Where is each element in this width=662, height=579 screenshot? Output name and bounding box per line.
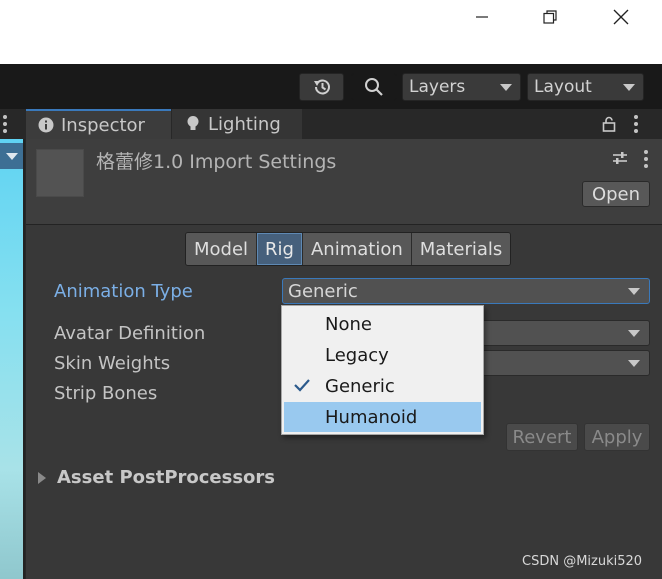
lock-icon[interactable] [602, 116, 616, 132]
revert-button[interactable]: Revert [506, 423, 578, 451]
apply-button[interactable]: Apply [584, 423, 650, 451]
skin-weights-label: Skin Weights [54, 353, 171, 374]
scene-view-strip [0, 109, 25, 579]
scene-view[interactable] [0, 139, 23, 579]
tab-rig[interactable]: Rig [257, 233, 303, 265]
scene-tab-area [0, 109, 25, 139]
asset-postprocessors-label: Asset PostProcessors [57, 467, 276, 488]
search-icon [365, 78, 383, 96]
asset-preview-thumbnail [36, 149, 84, 197]
chevron-down-icon [628, 330, 640, 337]
menu-item-label: Legacy [325, 344, 389, 366]
chevron-down-icon [628, 360, 640, 367]
asset-postprocessors-foldout[interactable]: Asset PostProcessors [38, 467, 275, 488]
layers-dropdown[interactable]: Layers [402, 73, 521, 101]
open-button[interactable]: Open [582, 181, 650, 207]
search-button[interactable] [351, 73, 397, 101]
history-button[interactable] [299, 73, 344, 101]
sliders-icon[interactable] [611, 149, 629, 167]
more-options-icon[interactable] [3, 115, 7, 136]
chevron-down-icon [628, 288, 640, 295]
animation-type-menu: None Legacy Generic Humanoid [281, 305, 484, 435]
menu-item-label: Generic [325, 375, 395, 397]
minimize-icon [476, 16, 488, 18]
more-options-icon[interactable] [634, 115, 638, 136]
menu-item-label: Humanoid [325, 406, 418, 428]
menu-item-humanoid[interactable]: Humanoid [284, 402, 481, 432]
layout-dropdown-label: Layout [534, 77, 592, 97]
unity-toolbar: Layers Layout [0, 64, 662, 109]
watermark: CSDN @Mizuki520 [522, 554, 643, 569]
lightbulb-icon [187, 116, 199, 130]
import-settings-header: 格蕾修1.0 Import Settings Open [26, 139, 662, 225]
restore-button[interactable] [527, 0, 573, 34]
restore-icon [543, 10, 557, 24]
chevron-down-icon [623, 84, 635, 91]
caret-right-icon [38, 471, 46, 484]
history-icon [313, 79, 330, 95]
tab-lighting-label: Lighting [208, 113, 281, 135]
menu-item-generic[interactable]: Generic [284, 371, 481, 401]
close-icon [613, 9, 629, 25]
checkmark-icon [294, 379, 310, 392]
info-icon [38, 117, 54, 133]
import-tabs: Model Rig Animation Materials [185, 232, 512, 266]
page-title: 格蕾修1.0 Import Settings [96, 151, 337, 173]
tab-inspector[interactable]: Inspector [26, 109, 171, 139]
tab-animation[interactable]: Animation [302, 233, 412, 265]
close-button[interactable] [598, 0, 644, 34]
tab-lighting[interactable]: Lighting [172, 109, 302, 139]
window-titlebar [0, 0, 662, 64]
menu-item-label: None [325, 313, 372, 335]
layout-dropdown[interactable]: Layout [527, 73, 644, 101]
minimize-button[interactable] [459, 0, 505, 34]
avatar-definition-label: Avatar Definition [54, 323, 206, 344]
animation-type-label: Animation Type [54, 281, 193, 302]
animation-type-value: Generic [288, 280, 358, 302]
strip-bones-label: Strip Bones [54, 383, 158, 404]
tab-inspector-label: Inspector [61, 114, 145, 136]
animation-type-dropdown[interactable]: Generic [282, 278, 650, 304]
chevron-down-icon [500, 84, 512, 91]
menu-item-none[interactable]: None [284, 309, 481, 339]
layers-dropdown-label: Layers [409, 77, 466, 97]
tab-materials[interactable]: Materials [411, 233, 511, 265]
menu-item-legacy[interactable]: Legacy [284, 340, 481, 370]
panel-tab-bar: Inspector Lighting [26, 109, 662, 139]
scene-dropdown[interactable] [0, 143, 23, 169]
header-more-icon[interactable] [644, 150, 648, 171]
tab-model[interactable]: Model [186, 233, 258, 265]
